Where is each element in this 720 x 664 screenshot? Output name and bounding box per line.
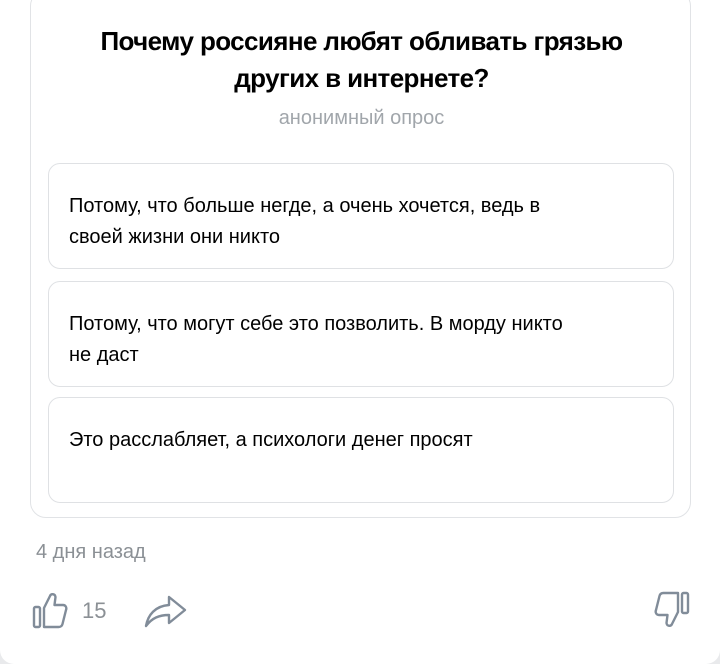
dislike-icon[interactable] — [650, 590, 690, 630]
like-count: 15 — [82, 598, 107, 623]
post-card: Почему россияне любят обливать грязью др… — [0, 0, 720, 664]
share-icon[interactable] — [143, 591, 189, 631]
poll-option-label: Потому, что могут себе это позволить. В … — [69, 313, 563, 366]
poll-option-1[interactable]: Потому, что больше негде, а очень хочетс… — [48, 163, 674, 269]
poll-card: Почему россияне любят обливать грязью др… — [30, 0, 691, 518]
post-timestamp: 4 дня назад — [36, 541, 146, 563]
action-bar: 15 — [0, 586, 720, 636]
poll-option-3[interactable]: Это расслабляет, а психологи денег прося… — [48, 397, 674, 503]
poll-question: Почему россияне любят обливать грязью др… — [100, 26, 623, 93]
poll-type-label: анонимный опрос — [278, 107, 445, 129]
poll-option-label: Это расслабляет, а психологи денег прося… — [69, 429, 473, 451]
poll-option-label: Потому, что больше негде, а очень хочетс… — [69, 195, 541, 248]
like-icon[interactable] — [32, 590, 68, 630]
poll-option-2[interactable]: Потому, что могут себе это позволить. В … — [48, 281, 674, 387]
